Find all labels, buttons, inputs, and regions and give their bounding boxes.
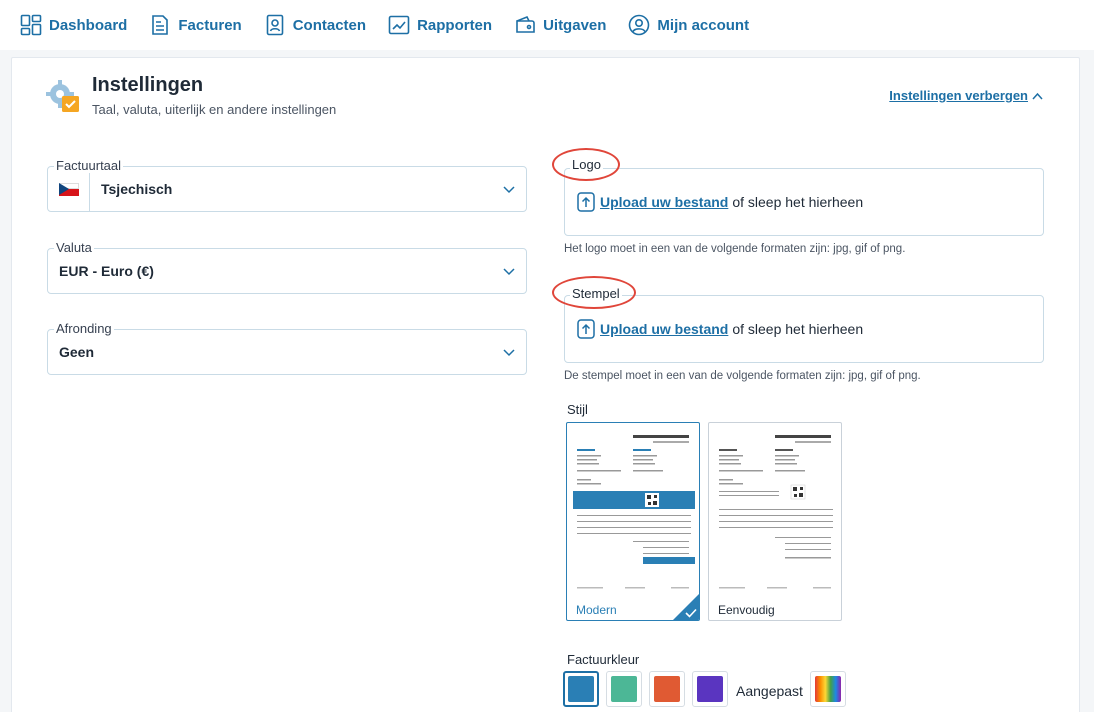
flag-box bbox=[48, 167, 90, 211]
contacts-icon bbox=[266, 14, 284, 36]
swatch-fill bbox=[568, 676, 594, 702]
nav-item-dashboard[interactable]: Dashboard bbox=[20, 14, 127, 36]
rounding-label: Afronding bbox=[54, 321, 114, 336]
logo-upload-text: of sleep het hierheen bbox=[732, 194, 864, 210]
nav-label: Contacten bbox=[292, 16, 367, 34]
nav-label: Dashboard bbox=[49, 16, 128, 34]
stamp-upload-text: of sleep het hierheen bbox=[732, 321, 864, 337]
rainbow-icon bbox=[815, 676, 841, 702]
logo-upload-dropzone[interactable]: Upload uw bestand of sleep het hierheen bbox=[564, 168, 1044, 236]
wallet-icon bbox=[516, 15, 535, 33]
nav-item-invoices[interactable]: Facturen bbox=[149, 14, 242, 36]
custom-color-label: Aangepast bbox=[736, 683, 803, 699]
hide-settings-link[interactable]: Instellingen verbergen bbox=[889, 88, 1043, 103]
style-name-modern: Modern bbox=[576, 603, 617, 617]
settings-gear-icon bbox=[46, 80, 79, 112]
style-name-simple: Eenvoudig bbox=[718, 603, 775, 617]
swatch-fill bbox=[697, 676, 723, 702]
page-title: Instellingen bbox=[92, 74, 204, 96]
invoice-icon bbox=[152, 15, 169, 35]
hide-settings-label: Instellingen verbergen bbox=[889, 88, 1028, 103]
rounding-value: Geen bbox=[59, 344, 95, 360]
nav-item-reports[interactable]: Rapporten bbox=[388, 14, 492, 36]
invoice-color-label: Factuurkleur bbox=[567, 652, 640, 667]
nav-label: Facturen bbox=[178, 16, 242, 34]
nav-label: Uitgaven bbox=[543, 16, 607, 34]
nav-item-account[interactable]: Mijn account bbox=[628, 14, 749, 36]
logo-upload-link[interactable]: Upload uw bestand bbox=[600, 194, 728, 210]
chevron-up-icon bbox=[1032, 92, 1043, 100]
style-option-simple[interactable]: Eenvoudig bbox=[708, 422, 842, 621]
stamp-hint: De stempel moet in een van de volgende f… bbox=[564, 370, 921, 382]
upload-icon bbox=[577, 192, 595, 212]
currency-value: EUR - Euro (€) bbox=[59, 263, 154, 279]
nav-label: Rapporten bbox=[417, 16, 493, 34]
user-icon bbox=[629, 14, 650, 36]
checkmark-icon bbox=[685, 608, 697, 618]
nav-item-expenses[interactable]: Uitgaven bbox=[514, 14, 606, 36]
reports-icon bbox=[388, 15, 410, 35]
rounding-select[interactable]: Geen bbox=[47, 329, 527, 375]
cz-flag-icon bbox=[58, 182, 79, 196]
top-navigation: Dashboard Facturen Contacten Rapporten U… bbox=[0, 0, 1094, 50]
logo-highlight-ring bbox=[552, 148, 620, 181]
nav-item-contacts[interactable]: Contacten bbox=[264, 14, 366, 36]
swatch-fill bbox=[611, 676, 637, 702]
color-swatch-green[interactable] bbox=[606, 671, 642, 707]
logo-hint: Het logo moet in een van de volgende for… bbox=[564, 243, 906, 255]
custom-color-picker[interactable] bbox=[810, 671, 846, 707]
modern-invoice-preview bbox=[573, 435, 695, 589]
stamp-upload-dropzone[interactable]: Upload uw bestand of sleep het hierheen bbox=[564, 295, 1044, 363]
chevron-down-icon bbox=[503, 349, 515, 357]
upload-icon bbox=[577, 319, 595, 339]
simple-invoice-preview bbox=[719, 435, 833, 589]
chevron-down-icon bbox=[503, 268, 515, 276]
language-label: Factuurtaal bbox=[54, 158, 124, 173]
currency-label: Valuta bbox=[54, 240, 94, 255]
style-option-modern[interactable]: Modern bbox=[566, 422, 700, 621]
color-swatch-orange[interactable] bbox=[649, 671, 685, 707]
chevron-down-icon bbox=[503, 186, 515, 194]
dashboard-icon bbox=[20, 14, 42, 36]
currency-select[interactable]: EUR - Euro (€) bbox=[47, 248, 527, 294]
settings-card: Instellingen Taal, valuta, uiterlijk en … bbox=[11, 57, 1080, 712]
stamp-upload-link[interactable]: Upload uw bestand bbox=[600, 321, 728, 337]
language-value: Tsjechisch bbox=[101, 181, 173, 197]
style-label: Stijl bbox=[567, 402, 588, 417]
stamp-highlight-ring bbox=[552, 276, 636, 309]
color-swatch-purple[interactable] bbox=[692, 671, 728, 707]
nav-label: Mijn account bbox=[657, 16, 750, 34]
color-swatch-blue[interactable] bbox=[563, 671, 599, 707]
page-subtitle: Taal, valuta, uiterlijk en andere instel… bbox=[92, 102, 337, 117]
swatch-fill bbox=[654, 676, 680, 702]
